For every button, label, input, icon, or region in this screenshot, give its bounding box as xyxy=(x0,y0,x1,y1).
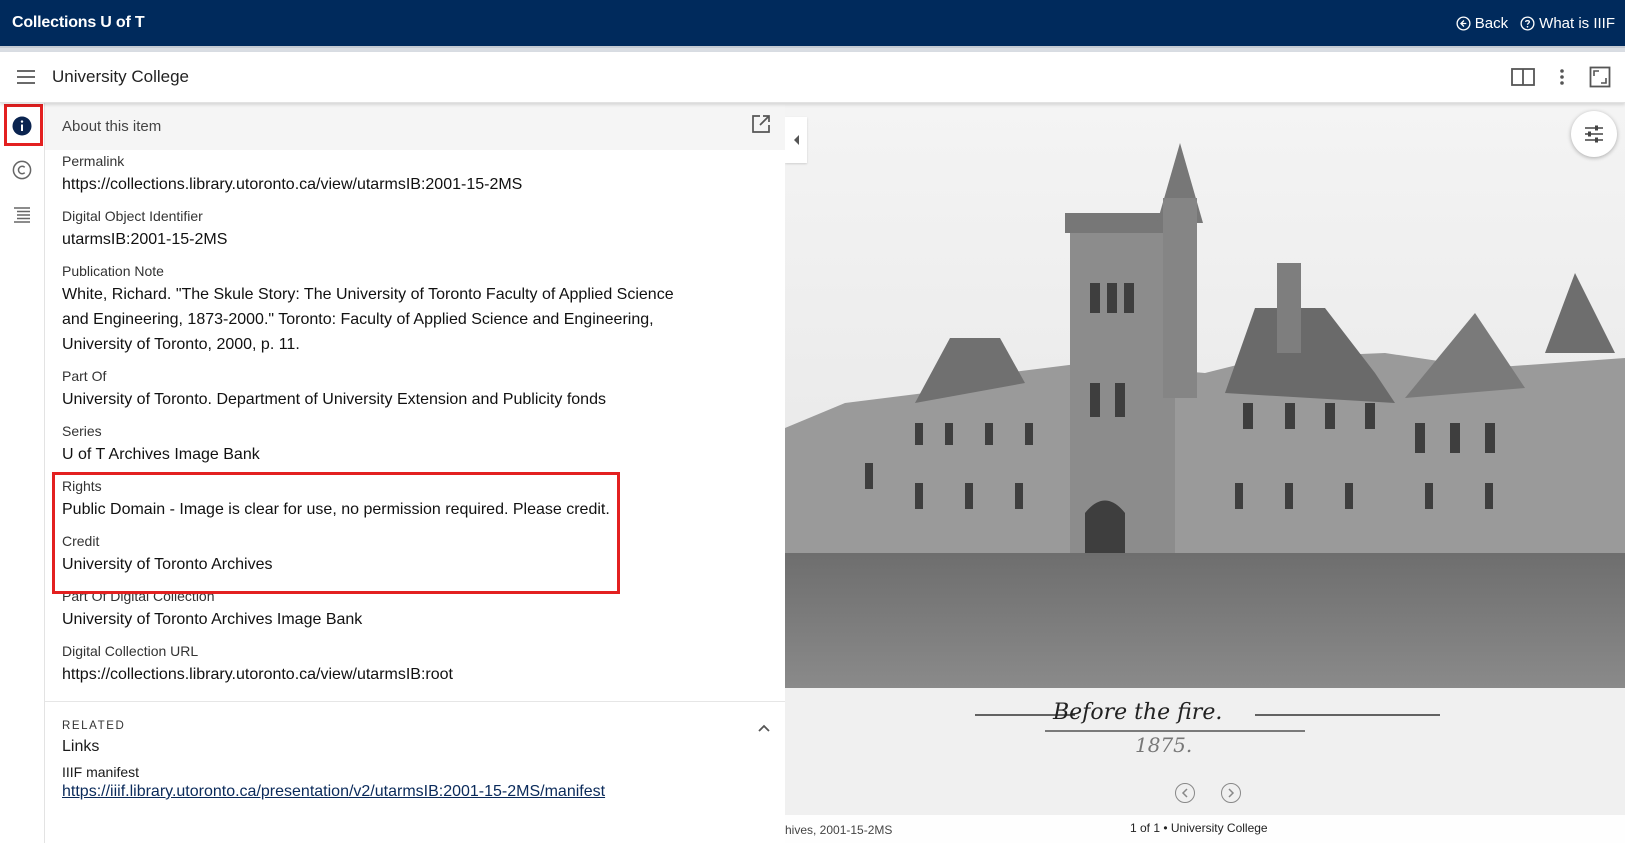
previous-icon xyxy=(1181,788,1188,798)
site-brand[interactable]: Collections U of T xyxy=(12,14,145,32)
toc-icon xyxy=(14,207,30,223)
tune-icon xyxy=(1585,125,1603,143)
image-viewer[interactable]: Before the fire. 1875. hives, 2001-15-2M… xyxy=(785,103,1625,843)
top-navigation-bar: Collections U of T Back What is IIIF xyxy=(0,0,1625,46)
what-is-iiif-link[interactable]: What is IIIF xyxy=(1520,15,1615,32)
field-label: Digital Object Identifier xyxy=(62,208,203,224)
viewer-header: University College xyxy=(0,52,1625,103)
field-label: Digital Collection URL xyxy=(62,643,199,659)
copyright-icon xyxy=(12,160,32,180)
canvas-counter: 1 of 1 • University College xyxy=(1130,821,1268,835)
caption-line-1: Before the fire. xyxy=(1053,700,1223,725)
photograph-university-college xyxy=(785,103,1625,843)
next-canvas-button[interactable] xyxy=(1221,783,1241,803)
side-rail xyxy=(0,103,45,843)
open-external-button[interactable] xyxy=(751,114,771,139)
more-options-button[interactable] xyxy=(1559,68,1565,86)
panel-title: About this item xyxy=(62,118,162,135)
field-value: utarmsIB:2001-15-2MS xyxy=(62,231,228,248)
rights-tab[interactable] xyxy=(10,158,34,182)
chevron-up-icon xyxy=(758,724,770,732)
more-vert-icon xyxy=(1560,69,1564,85)
back-label: Back xyxy=(1474,14,1509,32)
menu-icon xyxy=(17,70,35,84)
previous-canvas-button[interactable] xyxy=(1175,783,1195,803)
collapse-panel-button[interactable] xyxy=(785,117,807,163)
field-value: U of T Archives Image Bank xyxy=(62,446,260,463)
fullscreen-button[interactable] xyxy=(1589,66,1611,88)
related-heading: RELATED xyxy=(62,720,126,732)
book-view-button[interactable] xyxy=(1511,67,1535,87)
viewer-header-actions xyxy=(1511,66,1625,88)
collapse-left-icon xyxy=(794,135,799,145)
field-series: Series U of T Archives Image Bank xyxy=(62,422,768,467)
field-value: https://collections.library.utoronto.ca/… xyxy=(62,176,523,193)
open-new-window-icon xyxy=(752,115,770,133)
field-doi: Digital Object Identifier utarmsIB:2001-… xyxy=(62,207,768,252)
metadata-list: Permalink https://collections.library.ut… xyxy=(45,152,785,687)
page-title: University College xyxy=(52,67,189,86)
field-value: University of Toronto. Department of Uni… xyxy=(62,391,606,408)
collapse-related-button[interactable] xyxy=(757,720,771,738)
field-label: Publication Note xyxy=(62,263,164,279)
field-part-of: Part Of University of Toronto. Departmen… xyxy=(62,367,768,412)
menu-button[interactable] xyxy=(0,69,52,85)
caption-line-2: 1875. xyxy=(1135,733,1193,757)
photo-caption: Before the fire. xyxy=(1053,700,1222,725)
viewer-footer: hives, 2001-15-2MS 1 of 1 • University C… xyxy=(785,815,1625,843)
fullscreen-icon xyxy=(1589,66,1611,88)
links-label: Links xyxy=(62,738,100,755)
related-section: RELATED Links IIIF manifest https://iiif… xyxy=(45,701,785,801)
field-label: Permalink xyxy=(62,153,125,169)
image-tools-button[interactable] xyxy=(1571,111,1617,157)
next-icon xyxy=(1228,788,1235,798)
field-value: University of Toronto Archives Image Ban… xyxy=(62,611,363,628)
field-collection-url: Digital Collection URL https://collectio… xyxy=(62,642,768,687)
header-links: Back What is IIIF xyxy=(1456,15,1615,32)
manifest-label: IIIF manifest xyxy=(62,764,140,780)
book-view-icon xyxy=(1511,68,1535,86)
back-link[interactable]: Back xyxy=(1456,15,1508,32)
field-label: Part Of xyxy=(62,368,107,384)
field-publication-note: Publication Note White, Richard. "The Sk… xyxy=(62,262,768,357)
field-value: https://collections.library.utoronto.ca/… xyxy=(62,666,453,683)
field-label: Series xyxy=(62,423,102,439)
photo-date: 1875. xyxy=(1135,733,1192,757)
panel-header: About this item xyxy=(45,103,785,150)
contents-tab[interactable] xyxy=(10,203,34,227)
field-value: White, Richard. "The Skule Story: The Un… xyxy=(62,286,674,353)
footer-attribution: hives, 2001-15-2MS xyxy=(785,823,893,837)
manifest-link[interactable]: https://iiif.library.utoronto.ca/present… xyxy=(62,783,768,801)
what-is-iiif-label: What is IIIF xyxy=(1539,14,1615,32)
help-icon xyxy=(1520,15,1535,31)
highlight-info-tab xyxy=(4,104,43,146)
field-permalink: Permalink https://collections.library.ut… xyxy=(62,152,768,197)
back-icon xyxy=(1456,15,1471,31)
highlight-rights-credit xyxy=(52,472,620,594)
